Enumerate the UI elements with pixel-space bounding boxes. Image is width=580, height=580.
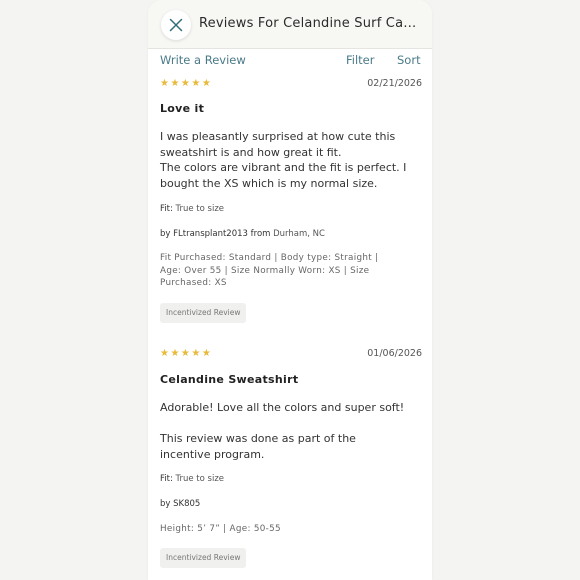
fit-label: Fit:: [160, 204, 173, 214]
reviews-panel: Reviews For Celandine Surf Camp... Write…: [148, 0, 432, 580]
review-specs: Fit Purchased: Standard | Body type: Str…: [160, 253, 379, 289]
review-author: FLtransplant2013: [173, 229, 248, 239]
fit-value: True to size: [175, 474, 225, 484]
review-body: I was pleasantly surprised at how cute t…: [160, 129, 422, 191]
fit-value: True to size: [175, 204, 225, 214]
fit-info: Fit: True to size: [160, 474, 224, 484]
review-toolbar: Write a Review Filter Sort: [148, 52, 432, 70]
review-author: SK805: [173, 499, 201, 509]
review-paragraph: This review was done as part of the ince…: [160, 432, 356, 461]
by-prefix: by: [160, 499, 171, 509]
review-paragraph: [160, 416, 422, 432]
review-paragraph: The colors are vibrant and the fit is pe…: [160, 161, 407, 190]
by-prefix: by: [160, 229, 171, 239]
incentivized-badge: Incentivized Review: [160, 548, 247, 568]
header: Reviews For Celandine Surf Camp...: [148, 0, 432, 49]
filter-button[interactable]: Filter: [346, 53, 374, 67]
review-paragraph: Adorable! Love all the colors and super …: [160, 401, 405, 414]
write-review-button[interactable]: Write a Review: [160, 53, 246, 67]
star-rating: ★★★★★: [160, 78, 213, 89]
incentivized-badge: Incentivized Review: [160, 303, 247, 323]
review-location: Durham, NC: [273, 229, 325, 239]
review-paragraph: I was pleasantly surprised at how cute t…: [160, 130, 396, 159]
close-icon: [169, 18, 183, 32]
fit-info: Fit: True to size: [160, 204, 224, 214]
review-title: Celandine Sweatshirt: [160, 373, 299, 386]
from-label: from: [250, 229, 271, 239]
review-title: Love it: [160, 102, 205, 115]
page-title: Reviews For Celandine Surf Camp...: [199, 16, 423, 31]
review-body: Adorable! Love all the colors and super …: [160, 400, 422, 462]
close-button[interactable]: [161, 10, 191, 40]
review-date: 01/06/2026: [367, 348, 422, 359]
fit-label: Fit:: [160, 474, 173, 484]
review-byline: by SK805: [160, 499, 200, 509]
review-specs: Height: 5’ 7” | Age: 50-55: [160, 524, 281, 534]
star-rating: ★★★★★: [160, 348, 213, 359]
review-date: 02/21/2026: [367, 78, 422, 89]
sort-button[interactable]: Sort: [397, 53, 421, 67]
review-byline: by FLtransplant2013 from Durham, NC: [160, 229, 325, 239]
